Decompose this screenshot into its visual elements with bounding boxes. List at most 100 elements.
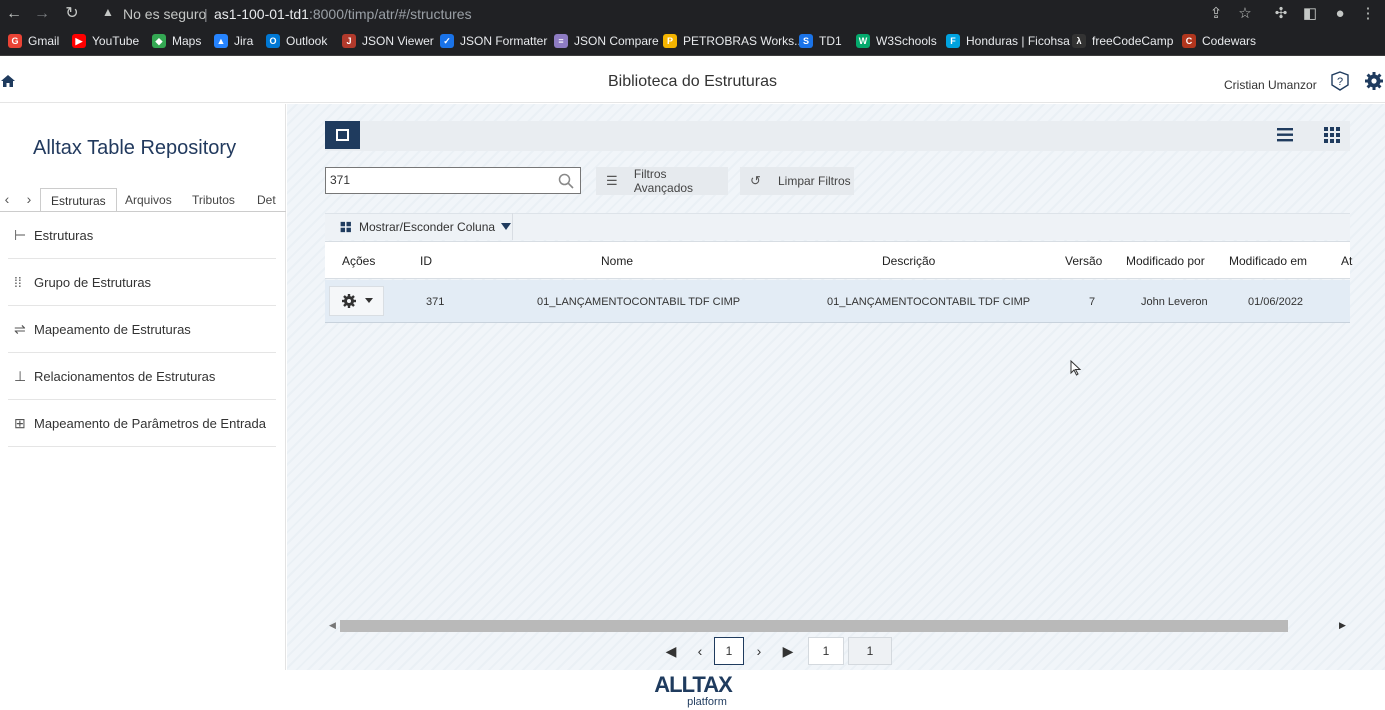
warning-triangle-icon: ▲ [102,5,114,19]
sidebar-item-estruturas[interactable]: ⊢ Estruturas [8,212,276,259]
search-icon[interactable] [558,173,574,189]
sidebar-menu: ⊢ Estruturas ⁞⁞ Grupo de Estruturas ⇌ Ma… [0,212,276,447]
column-header-acoes[interactable]: Ações [342,254,375,268]
tab-estruturas[interactable]: Estruturas [40,188,117,212]
square-icon [336,129,349,141]
profile-icon[interactable]: ● [1330,4,1350,24]
bookmark-item[interactable]: J JSON Viewer [342,34,434,48]
params-icon: ⊞ [14,414,26,431]
toggle-panel-button[interactable] [325,121,360,149]
bookmark-favicon-icon: ≡ [554,34,568,48]
bookmark-item[interactable]: F Honduras | Ficohsa [946,34,1070,48]
sidebar-item-mapeamento-parametros[interactable]: ⊞ Mapeamento de Parâmetros de Entrada [8,400,276,447]
scroll-right-icon[interactable]: ▶ [1339,620,1346,631]
sidebar-item-relacionamentos[interactable]: ⊥ Relacionamentos de Estruturas [8,353,276,400]
url-host: as1-100-01-td1 [214,6,309,22]
advanced-filters-label: Filtros Avançados [633,167,694,195]
column-header-descricao[interactable]: Descrição [882,254,935,268]
url-text[interactable]: as1-100-01-td1:8000/timp/atr/#/structure… [214,6,472,22]
settings-gear-icon[interactable] [1364,71,1384,91]
app-header: Biblioteca do Estruturas Cristian Umanzo… [0,57,1385,103]
bookmark-item[interactable]: G Gmail [8,34,59,48]
clear-filters-button[interactable]: ↺ Limpar Filtros [740,167,854,195]
user-name[interactable]: Cristian Umanzor [1224,78,1317,92]
column-header-nome[interactable]: Nome [601,254,633,268]
bookmark-favicon-icon: S [799,34,813,48]
bookmark-item[interactable]: W W3Schools [856,34,937,48]
bookmark-item[interactable]: P PETROBRAS Works... [663,34,804,48]
first-page-icon[interactable]: ◀ [657,637,685,665]
bookmark-item[interactable]: ▶ YouTube [72,34,139,48]
forward-arrow-icon[interactable]: → [32,4,52,24]
next-page-icon[interactable]: › [745,637,773,665]
bookmark-favicon-icon: O [266,34,280,48]
filter-icon: ☰ [606,173,618,188]
show-hide-columns-button[interactable]: Mostrar/Esconder Coluna [325,213,513,240]
sidebar-tabs: ‹ › Estruturas Arquivos Tributos Det [0,188,286,212]
sidepanel-icon[interactable]: ◧ [1300,4,1320,24]
last-page-icon[interactable]: ▶ [774,637,802,665]
horizontal-scrollbar[interactable]: ◀ ▶ [325,618,1350,634]
star-icon[interactable]: ☆ [1235,4,1255,24]
columns-grid-icon [340,221,351,232]
tabs-prev-icon[interactable]: ‹ [0,191,14,207]
bookmark-label: Jira [234,34,254,48]
bookmark-favicon-icon: ✓ [440,34,454,48]
tabs-next-icon[interactable]: › [22,191,36,207]
sidebar-item-grupo-estruturas[interactable]: ⁞⁞ Grupo de Estruturas [8,259,276,306]
scroll-left-icon[interactable]: ◀ [329,620,336,631]
column-header-id[interactable]: ID [420,254,432,268]
sidebar-item-mapeamento-estruturas[interactable]: ⇌ Mapeamento de Estruturas [8,306,276,353]
column-header-modificado-por[interactable]: Modificado por [1126,254,1205,268]
cell-modificado-por: John Leveron [1141,296,1208,308]
page-title: Biblioteca do Estruturas [608,73,777,90]
scrollbar-thumb[interactable] [340,620,1288,632]
current-page[interactable]: 1 [714,637,744,665]
back-arrow-icon[interactable]: ← [4,4,24,24]
tab-tributos[interactable]: Tributos [182,188,245,212]
structure-icon: ⊢ [14,226,27,243]
tab-det[interactable]: Det [247,188,286,212]
bookmark-item[interactable]: ≡ JSON Compare [554,34,659,48]
list-view-icon[interactable] [1275,126,1295,144]
bookmark-item[interactable]: ▲ Jira [214,34,253,48]
column-header-versao[interactable]: Versão [1065,254,1102,268]
address-bar[interactable]: ▲ No es seguro | as1-100-01-td1:8000/tim… [96,2,1266,26]
tab-arquivos[interactable]: Arquivos [115,188,182,212]
bookmarks-bar: G Gmail ▶ YouTube ◆ Maps ▲ Jira O Outlook J JSON Vi… [0,28,1385,56]
bookmark-label: Outlook [286,34,328,48]
grid-view-icon[interactable] [1323,126,1341,144]
cell-nome: 01_LANÇAMENTOCONTABIL TDF CIMP [537,296,741,308]
advanced-filters-button[interactable]: ☰ Filtros Avançados [596,167,728,195]
extensions-icon[interactable]: ✣ [1271,4,1291,24]
search-field[interactable] [325,167,581,194]
mouse-cursor-icon [1070,360,1082,376]
gear-icon [342,294,356,308]
bookmark-item[interactable]: λ freeCodeCamp [1072,34,1173,48]
logo-main-text: ALLTAX [654,672,733,697]
column-header-modificado-em[interactable]: Modificado em [1229,254,1307,268]
menu-kebab-icon[interactable]: ⋮ [1358,4,1378,24]
bookmark-item[interactable]: S TD1 [799,34,842,48]
address-separator: | [204,6,208,22]
chevron-down-icon [365,298,373,303]
bookmark-favicon-icon: ▲ [214,34,228,48]
bookmark-item[interactable]: C Codewars [1182,34,1256,48]
bookmark-item[interactable]: ◆ Maps [152,34,201,48]
page-number-input[interactable]: 1 [808,637,844,665]
bookmark-label: Gmail [28,34,60,48]
bookmark-label: freeCodeCamp [1092,34,1174,48]
bookmark-item[interactable]: O Outlook [266,34,327,48]
reload-icon[interactable]: ↻ [62,4,82,24]
bookmark-item[interactable]: ✓ JSON Formatter [440,34,547,48]
prev-page-icon[interactable]: ‹ [686,637,714,665]
share-icon[interactable]: ⇪ [1206,4,1226,24]
help-icon[interactable]: ? [1330,71,1350,91]
bookmark-label: YouTube [92,34,140,48]
row-actions-button[interactable] [329,286,384,316]
show-hide-columns-label: Mostrar/Esconder Coluna [359,219,496,234]
table-row[interactable]: 371 01_LANÇAMENTOCONTABIL TDF CIMP 01_LA… [325,280,1350,323]
column-header-at[interactable]: At [1341,254,1352,268]
bookmark-label: Honduras | Ficohsa [966,34,1070,48]
search-input[interactable] [326,168,546,192]
